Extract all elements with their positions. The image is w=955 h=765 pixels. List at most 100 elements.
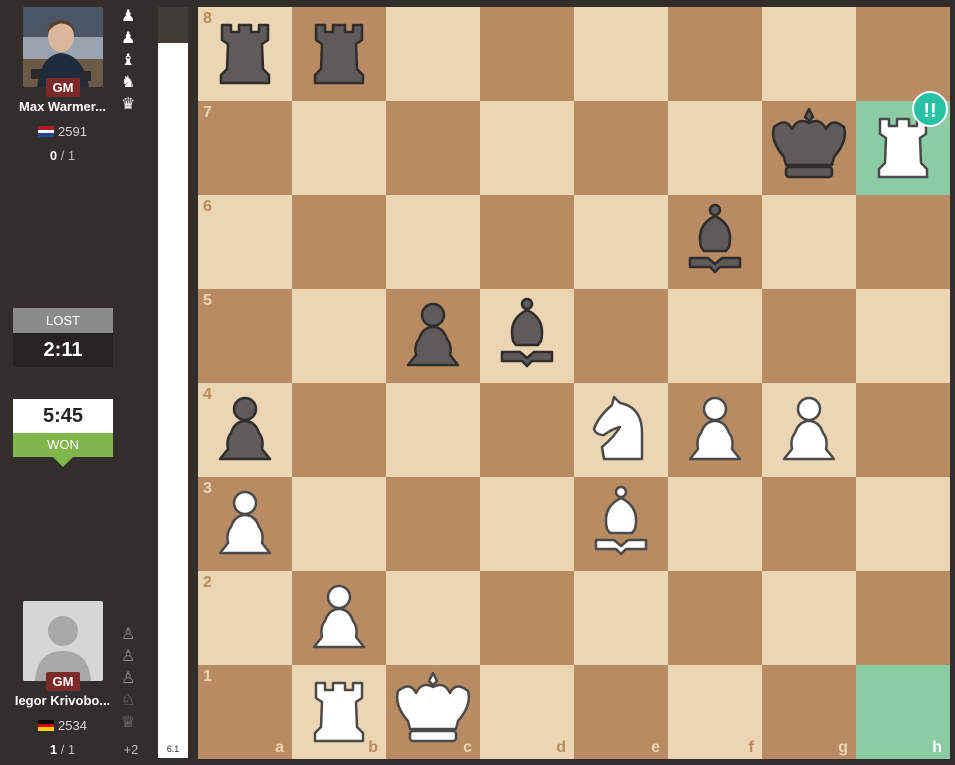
germany-flag-icon xyxy=(38,720,55,731)
top-player-rating-row: 2591 xyxy=(0,124,125,139)
square-d4[interactable] xyxy=(480,383,574,477)
black-rook-a8[interactable] xyxy=(198,7,292,101)
bottom-player-captured: ♙ ♙ ♙ ♘ ♕ xyxy=(121,624,139,734)
square-a6[interactable]: 6 xyxy=(198,195,292,289)
square-h1[interactable]: h xyxy=(856,665,950,759)
white-pawn-f4[interactable] xyxy=(668,383,762,477)
square-b5[interactable] xyxy=(292,289,386,383)
square-c7[interactable] xyxy=(386,101,480,195)
white-knight-e4[interactable] xyxy=(574,383,668,477)
material-advantage: +2 xyxy=(123,742,139,757)
square-a1[interactable]: 1a xyxy=(198,665,292,759)
square-f1[interactable]: f xyxy=(668,665,762,759)
top-player-avatar[interactable] xyxy=(23,7,103,87)
bottom-player-rating-row: 2534 xyxy=(0,718,125,733)
square-a2[interactable]: 2 xyxy=(198,571,292,665)
knight-icon: ♞ xyxy=(121,74,136,91)
black-bishop-d5[interactable] xyxy=(480,289,574,383)
square-e5[interactable] xyxy=(574,289,668,383)
file-label-f: f xyxy=(748,739,754,756)
square-g5[interactable] xyxy=(762,289,856,383)
square-c6[interactable] xyxy=(386,195,480,289)
square-e2[interactable] xyxy=(574,571,668,665)
square-a7[interactable]: 7 xyxy=(198,101,292,195)
pawns-icon: ♟ xyxy=(121,8,136,25)
bottom-player-name[interactable]: Iegor Krivobo... xyxy=(0,693,125,708)
square-d3[interactable] xyxy=(480,477,574,571)
bottom-player-score-total: 1 xyxy=(67,742,76,757)
bottom-player-score: 1 / 1 xyxy=(49,742,76,757)
white-pawn-g4[interactable] xyxy=(762,383,856,477)
square-f5[interactable] xyxy=(668,289,762,383)
top-player-name[interactable]: Max Warmer... xyxy=(0,99,125,114)
square-b6[interactable] xyxy=(292,195,386,289)
square-d7[interactable] xyxy=(480,101,574,195)
square-h8[interactable] xyxy=(856,7,950,101)
bottom-player-score-won: 1 xyxy=(49,742,58,757)
bottom-clock-result: WON xyxy=(13,433,113,457)
square-e6[interactable] xyxy=(574,195,668,289)
bottom-clock-time: 5:45 xyxy=(13,399,113,433)
square-g1[interactable]: g xyxy=(762,665,856,759)
square-h5[interactable] xyxy=(856,289,950,383)
file-label-e: e xyxy=(651,739,660,756)
rank-label-6: 6 xyxy=(203,198,212,215)
file-label-d: d xyxy=(556,739,566,756)
square-e1[interactable]: e xyxy=(574,665,668,759)
square-g3[interactable] xyxy=(762,477,856,571)
white-pawn-a3[interactable] xyxy=(198,477,292,571)
top-player-rating: 2591 xyxy=(58,124,87,139)
black-rook-b8[interactable] xyxy=(292,7,386,101)
square-e8[interactable] xyxy=(574,7,668,101)
white-king-c1[interactable] xyxy=(386,665,480,759)
pawns-icon: ♙ xyxy=(121,626,136,643)
square-c4[interactable] xyxy=(386,383,480,477)
black-pawn-c5[interactable] xyxy=(386,289,480,383)
chess-board[interactable]: 8 7 6 5 4 3 2 1 a b c d e f g h!! xyxy=(198,7,950,759)
square-g2[interactable] xyxy=(762,571,856,665)
square-h4[interactable] xyxy=(856,383,950,477)
black-pawn-a4[interactable] xyxy=(198,383,292,477)
white-bishop-e3[interactable] xyxy=(574,477,668,571)
square-a5[interactable]: 5 xyxy=(198,289,292,383)
white-rook-b1[interactable] xyxy=(292,665,386,759)
square-d6[interactable] xyxy=(480,195,574,289)
bottom-player-avatar[interactable] xyxy=(23,601,103,681)
square-f8[interactable] xyxy=(668,7,762,101)
square-b3[interactable] xyxy=(292,477,386,571)
square-d8[interactable] xyxy=(480,7,574,101)
square-c2[interactable] xyxy=(386,571,480,665)
won-pointer xyxy=(53,457,73,467)
square-e7[interactable] xyxy=(574,101,668,195)
pawns-icon: ♟ xyxy=(121,30,136,47)
square-b4[interactable] xyxy=(292,383,386,477)
square-d2[interactable] xyxy=(480,571,574,665)
top-player-captured: ♟ ♟ ♝ ♞ ♛ xyxy=(121,6,139,116)
square-b7[interactable] xyxy=(292,101,386,195)
bottom-clock: 5:45 WON xyxy=(13,399,113,467)
top-clock: LOST 2:11 xyxy=(13,308,113,367)
square-g6[interactable] xyxy=(762,195,856,289)
square-h3[interactable] xyxy=(856,477,950,571)
square-c8[interactable] xyxy=(386,7,480,101)
square-g8[interactable] xyxy=(762,7,856,101)
rank-label-1: 1 xyxy=(203,668,212,685)
bishop-icon: ♝ xyxy=(121,52,136,69)
square-d1[interactable]: d xyxy=(480,665,574,759)
square-f3[interactable] xyxy=(668,477,762,571)
square-f7[interactable] xyxy=(668,101,762,195)
square-h2[interactable] xyxy=(856,571,950,665)
queen-icon: ♕ xyxy=(121,714,136,731)
top-player-score-won: 0 xyxy=(49,148,58,163)
top-player-score: 0 / 1 xyxy=(49,148,76,163)
white-pawn-b2[interactable] xyxy=(292,571,386,665)
top-clock-result: LOST xyxy=(13,308,113,333)
square-h6[interactable] xyxy=(856,195,950,289)
pawns-icon: ♙ xyxy=(121,670,136,687)
black-king-g7[interactable] xyxy=(762,101,856,195)
top-player-score-total: 1 xyxy=(67,148,76,163)
black-bishop-f6[interactable] xyxy=(668,195,762,289)
square-c3[interactable] xyxy=(386,477,480,571)
square-f2[interactable] xyxy=(668,571,762,665)
brilliant-move-badge: !! xyxy=(912,91,948,127)
